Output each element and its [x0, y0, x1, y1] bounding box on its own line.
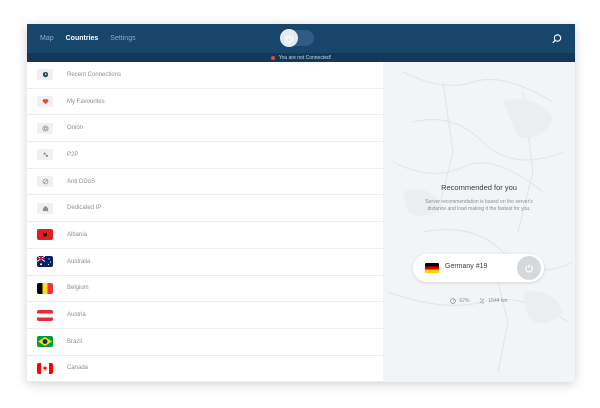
shield-icon [37, 176, 53, 188]
list-item-label: Albania [67, 231, 88, 238]
albania-flag-icon [37, 229, 53, 241]
recommendation-title: Recommended for you [441, 183, 517, 192]
austria-flag-icon [37, 309, 53, 321]
list-item-label: Australia [67, 258, 91, 265]
list-item-label: My Favourites [67, 98, 105, 105]
list-item-dedicated-ip[interactable]: Dedicated IP [27, 195, 383, 223]
p2p-icon [37, 149, 53, 161]
distance-icon [480, 298, 485, 304]
canada-flag-icon [37, 362, 53, 374]
list-item-brazil[interactable]: Brazil [27, 329, 383, 356]
power-icon [280, 29, 298, 47]
connect-toggle[interactable] [280, 29, 314, 47]
heart-icon [37, 96, 53, 108]
list-item-label: Anti DDoS [67, 178, 96, 185]
list-item-label: P2P [67, 151, 79, 158]
brazil-flag-icon [37, 336, 53, 348]
list-item-label: Austria [67, 312, 86, 319]
connect-button[interactable] [517, 256, 541, 280]
list-item-label: Dedicated IP [67, 205, 102, 212]
list-item-my-favourites[interactable]: My Favourites [27, 89, 383, 116]
world-map-background [387, 71, 574, 373]
list-item-label: Brazil [67, 338, 83, 345]
list-item-belgium[interactable]: Belgium [27, 276, 383, 303]
clock-icon [37, 69, 53, 81]
list-item-austria[interactable]: Austria [27, 302, 383, 329]
home-icon [37, 202, 53, 214]
power-icon [525, 264, 533, 273]
list-item-canada[interactable]: Canada [27, 356, 383, 382]
distance-stat: 1544 km [479, 298, 508, 304]
distance-value: 1544 km [488, 298, 508, 304]
list-item-label: Onion [67, 125, 84, 132]
list-item-anti-ddos[interactable]: Anti DDoS [27, 169, 383, 196]
server-name: Germany #19 [445, 263, 488, 270]
list-item-recent-connections[interactable]: Recent Connections [27, 62, 383, 89]
server-list: Recent Connections My Favourites Onion P… [27, 62, 383, 382]
list-item-onion[interactable]: Onion [27, 115, 383, 143]
connection-status-bar: You are not Connected! [27, 53, 575, 62]
australia-flag-icon [37, 256, 53, 268]
list-item-p2p[interactable]: P2P [27, 142, 383, 169]
onion-icon [37, 122, 53, 134]
tab-settings[interactable]: Settings [110, 35, 135, 42]
nav-tabs: Map Countries Settings [40, 24, 136, 53]
load-stat: 62% [450, 298, 469, 304]
tab-countries[interactable]: Countries [66, 35, 99, 42]
search-icon[interactable] [551, 32, 563, 44]
list-item-label: Recent Connections [67, 71, 122, 78]
recommendation-panel: Recommended for you Server recommendatio… [383, 62, 575, 382]
server-stats: 62% 1544 km [383, 298, 575, 304]
load-value: 62% [459, 298, 470, 304]
gauge-icon [450, 298, 457, 304]
recommendation-description: Server recommendation is based on the se… [425, 199, 533, 212]
tab-map[interactable]: Map [40, 35, 54, 42]
recommended-server-card[interactable]: Germany #19 [413, 254, 544, 282]
status-text: You are not Connected! [278, 54, 332, 61]
status-dot-icon [270, 55, 275, 60]
belgium-flag-icon [37, 282, 53, 294]
germany-flag-icon [425, 263, 439, 273]
list-item-label: Canada [67, 365, 89, 372]
app-window: Map Countries Settings You are not Conne… [27, 24, 575, 382]
top-bar: Map Countries Settings [27, 24, 575, 53]
list-item-albania[interactable]: Albania [27, 222, 383, 249]
list-item-australia[interactable]: Australia [27, 249, 383, 276]
list-item-label: Belgium [67, 285, 89, 292]
